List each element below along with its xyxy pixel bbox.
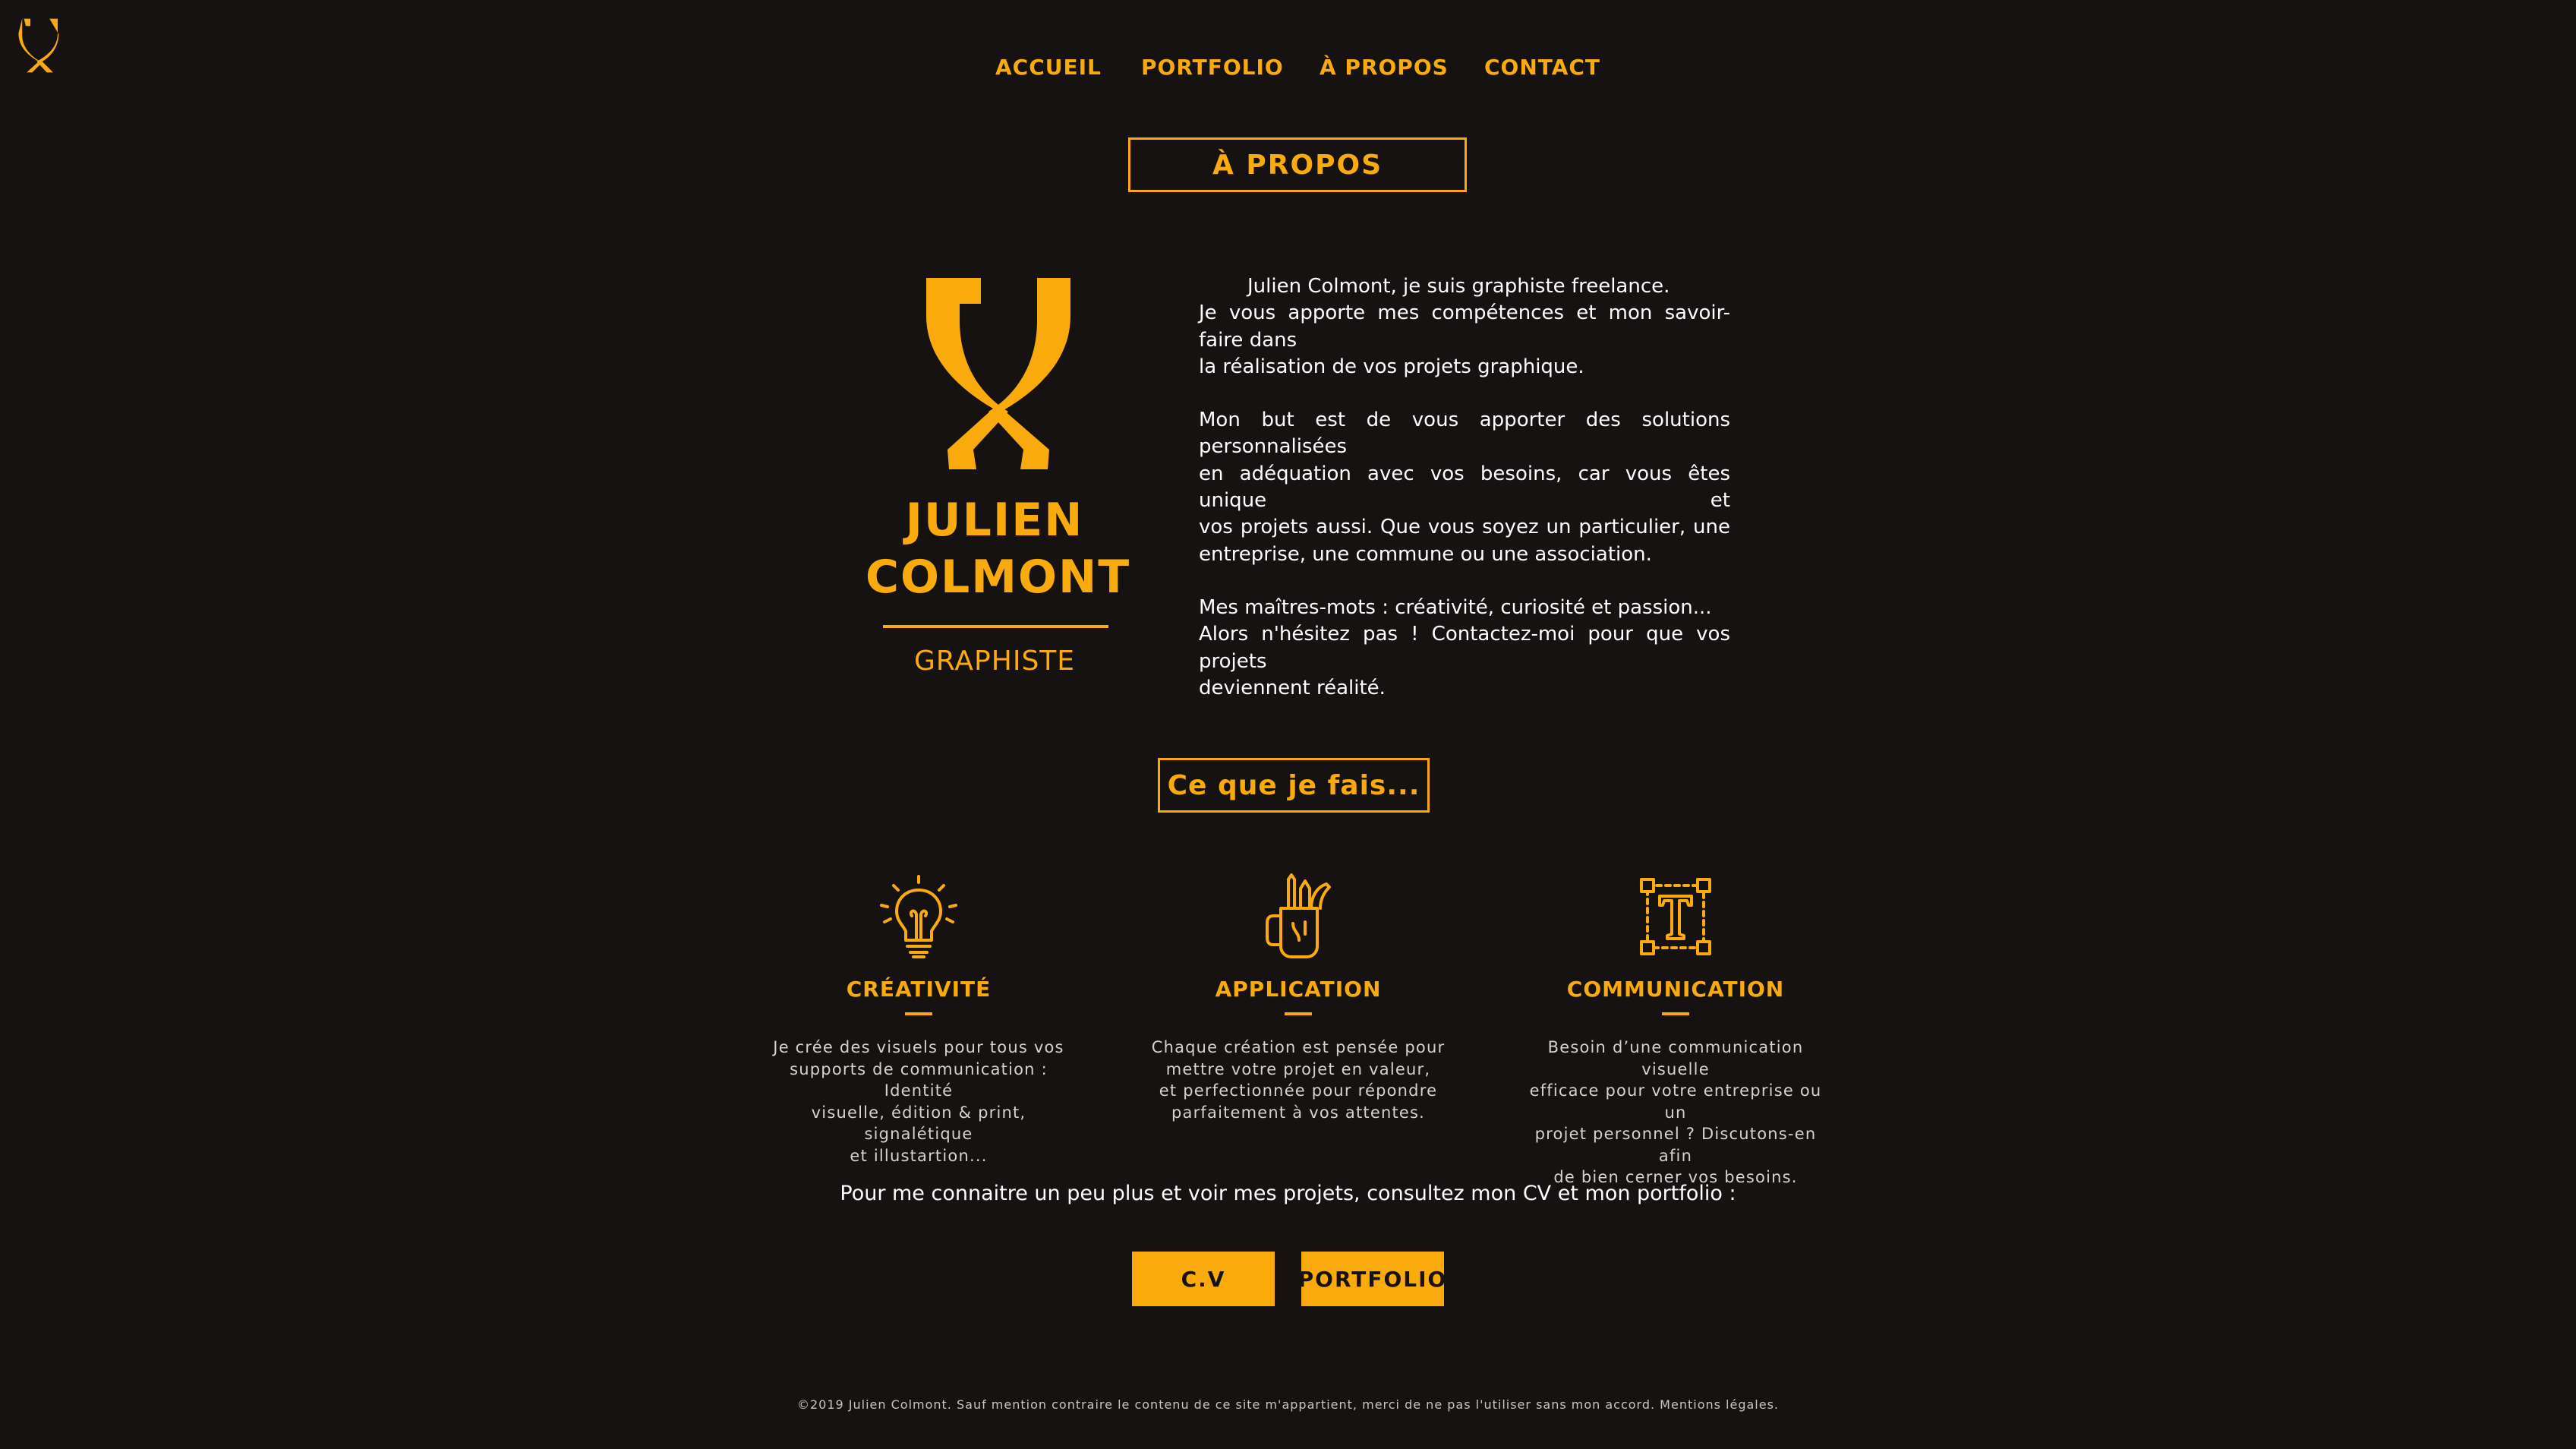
service-desc-line: projet personnel ? Discutons-en afin [1534,1125,1817,1165]
service-desc-line: Chaque création est pensée pour [1151,1038,1446,1056]
about-line: Julien Colmont, je suis graphiste freela… [1247,275,1670,298]
service-communication: COMMUNICATION Besoin d’une communication… [1516,873,1835,1189]
about-line: en adéquation avec vos besoins, car vous… [1199,462,1730,513]
nav-item-portfolio[interactable]: PORTFOLIO [1141,55,1284,80]
about-text: Julien Colmont, je suis graphiste freela… [1199,273,1730,728]
main-nav: ACCUEIL PORTFOLIO À PROPOS CONTACT [0,55,2576,85]
service-divider [1285,1012,1312,1015]
service-desc-line: Besoin d’une communication visuelle [1547,1038,1804,1078]
about-line: Je vous apporte mes compétences et mon s… [1199,301,1730,352]
service-description: Je crée des visuels pour tous vos suppor… [759,1037,1078,1166]
nav-item-accueil[interactable]: ACCUEIL [995,55,1102,80]
service-desc-line: et perfectionnée pour répondre [1159,1081,1438,1100]
about-paragraph-2: Mon but est de vous apporter des solutio… [1199,407,1730,568]
service-application: APPLICATION Chaque création est pensée p… [1139,873,1458,1123]
service-desc-line: supports de communication : Identité [790,1059,1048,1100]
service-creativite: CRÉATIVITÉ Je crée des visuels pour tous… [759,873,1078,1166]
about-line: la réalisation de vos projets graphique. [1199,355,1584,378]
portfolio-button[interactable]: PORTFOLIO [1298,1252,1446,1306]
service-desc-line: mettre votre projet en valeur, [1165,1059,1431,1078]
service-description: Besoin d’une communication visuelle effi… [1516,1037,1835,1189]
about-line: deviennent réalité. [1199,676,1386,699]
service-desc-line: Je crée des visuels pour tous vos [773,1038,1064,1056]
text-tool-icon [1640,878,1711,955]
brand-name-line2: COLMONT [865,551,1131,604]
service-desc-line: efficace pour votre entreprise ou un [1529,1081,1822,1122]
about-line: vos projets aussi. Que vous soyez un par… [1199,516,1730,539]
service-title: COMMUNICATION [1566,977,1785,1002]
about-line: entreprise, une commune ou une associati… [1199,542,1652,566]
about-line: Mes maîtres-mots : créativité, curiosité… [1199,595,1712,619]
pencil-cup-icon [1266,873,1331,958]
service-divider [905,1012,932,1015]
footer-text: ©2019 Julien Colmont. Sauf mention contr… [796,1397,1779,1412]
about-line: Mon but est de vous apporter des solutio… [1199,409,1730,459]
service-divider [1662,1012,1689,1015]
brand-role: GRAPHISTE [913,646,1076,677]
section-title-about: À PROPOS [1128,137,1467,192]
service-title: APPLICATION [1215,977,1382,1002]
brand-logo-icon [926,278,1070,469]
service-desc-line: visuelle, édition & print, signalétique [811,1103,1026,1144]
section-title-services: Ce que je fais... [1158,758,1430,813]
brand-divider [883,625,1108,628]
about-line: Alors n'hésitez pas ! Contactez-moi pour… [1199,623,1730,673]
service-title: CRÉATIVITÉ [846,977,992,1002]
about-paragraph-1: Julien Colmont, je suis graphiste freela… [1199,273,1730,380]
nav-item-contact[interactable]: CONTACT [1484,55,1600,80]
lightbulb-icon [880,875,957,958]
brand-name: JULIEN COLMONT [865,492,1131,606]
service-desc-line: et illustartion... [850,1146,988,1165]
service-description: Chaque création est pensée pour mettre v… [1139,1037,1458,1123]
cv-button[interactable]: C.V [1132,1252,1275,1306]
nav-item-a-propos[interactable]: À PROPOS [1320,55,1449,80]
cta-text: Pour me connaitre un peu plus et voir me… [840,1182,1736,1205]
service-desc-line: parfaitement à vos attentes. [1171,1103,1426,1122]
about-paragraph-3: Mes maîtres-mots : créativité, curiosité… [1199,595,1730,702]
brand-name-line1: JULIEN [905,494,1084,547]
